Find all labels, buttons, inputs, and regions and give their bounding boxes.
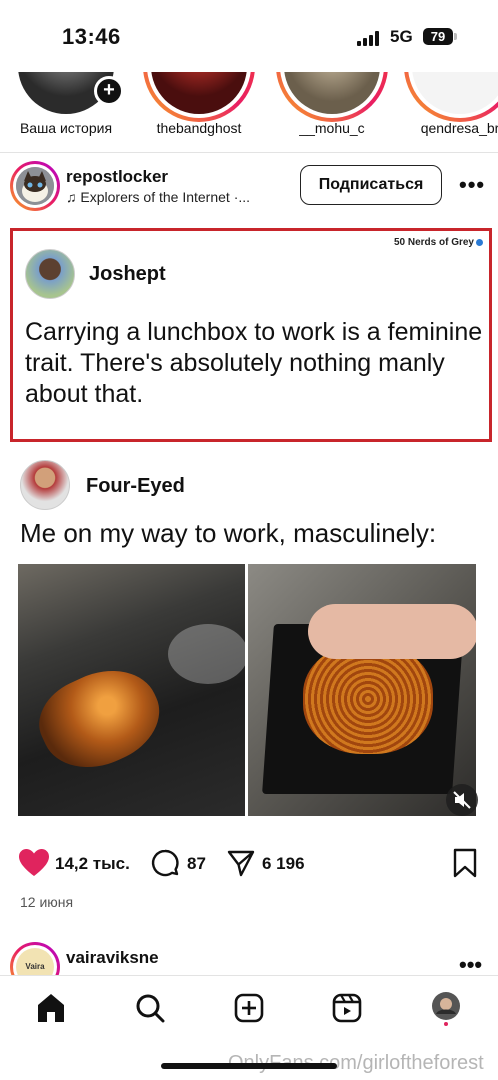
story-label: __mohu_c <box>299 120 365 136</box>
divider <box>0 152 498 153</box>
next-post-username[interactable]: vairaviksne <box>66 948 159 968</box>
story-label: Ваша история <box>19 120 113 136</box>
tweet-text: Carrying a lunchbox to work is a feminin… <box>25 318 483 408</box>
home-indicator[interactable] <box>161 1063 337 1069</box>
more-options-icon[interactable]: ••• <box>459 172 485 198</box>
tweet-author-avatar <box>25 249 75 299</box>
reply-text: Me on my way to work, masculinely: <box>20 518 437 548</box>
story-avatar <box>276 72 388 122</box>
search-icon[interactable] <box>132 990 168 1026</box>
post-header: repostlocker ♫ Explorers of the Internet… <box>0 158 498 214</box>
music-note-icon: ♫ <box>66 189 77 205</box>
post-date: 12 июня <box>20 894 74 910</box>
profile-icon[interactable] <box>428 990 464 1026</box>
story-label: qendresa_br <box>420 120 498 136</box>
comment-count[interactable]: 87 <box>187 854 206 874</box>
home-icon[interactable] <box>33 990 69 1026</box>
tweet-author: Joshept <box>89 263 166 285</box>
status-bar: 13:46 5G 79 <box>0 0 498 72</box>
mute-icon[interactable] <box>446 784 478 816</box>
battery-icon: 79 <box>423 28 453 45</box>
signal-icon <box>357 31 383 46</box>
story-avatar <box>143 72 255 122</box>
post-media[interactable]: 50 Nerds of Grey Joshept Carrying a lunc… <box>0 220 498 832</box>
reply-author-avatar <box>20 460 70 510</box>
create-icon[interactable] <box>231 990 267 1026</box>
bookmark-icon[interactable] <box>452 848 478 883</box>
post-music[interactable]: ♫ Explorers of the Internet ·... <box>66 189 291 205</box>
battery-tip <box>454 33 457 40</box>
post-avatar[interactable] <box>10 161 60 211</box>
post-actions: 14,2 тыс. 87 6 196 <box>0 842 498 886</box>
add-story-icon[interactable]: + <box>94 76 124 106</box>
stories-row: + Ваша история thebandghost __mohu_c qen… <box>0 72 498 152</box>
next-post-header: Vaira Viksne vairaviksne ••• <box>0 940 498 1009</box>
status-time: 13:46 <box>62 24 121 49</box>
story-avatar <box>404 72 498 122</box>
chicken-leg-photo <box>18 564 245 816</box>
follow-button[interactable]: Подписаться <box>300 165 442 205</box>
verified-icon <box>476 238 483 246</box>
share-count[interactable]: 6 196 <box>262 854 305 874</box>
quoted-tweet: 50 Nerds of Grey Joshept Carrying a lunc… <box>10 228 492 442</box>
wallet-spaghetti-photo <box>248 564 476 816</box>
music-title: Explorers of the Internet ·... <box>80 189 251 205</box>
reply-author: Four-Eyed <box>86 475 185 497</box>
post-username[interactable]: repostlocker <box>66 167 168 187</box>
like-icon[interactable] <box>18 848 50 883</box>
comment-icon[interactable] <box>150 848 180 883</box>
reels-icon[interactable] <box>329 990 365 1026</box>
share-icon[interactable] <box>226 848 256 883</box>
story-label: thebandghost <box>156 120 242 136</box>
like-count[interactable]: 14,2 тыс. <box>55 854 130 874</box>
tweet-source: 50 Nerds of Grey <box>394 237 483 248</box>
network-label: 5G <box>390 27 413 46</box>
